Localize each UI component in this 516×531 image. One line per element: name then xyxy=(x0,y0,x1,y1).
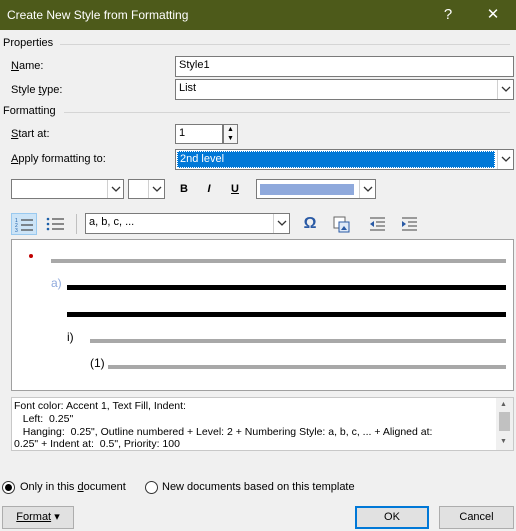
spin-up-icon[interactable]: ▲ xyxy=(224,125,237,134)
title-bar: Create New Style from Formatting ? ✕ xyxy=(0,0,516,30)
chevron-down-icon xyxy=(497,150,513,169)
start-at-label: Start at: xyxy=(11,128,50,140)
chevron-down-icon xyxy=(107,180,123,198)
numbering-style-value: a, b, c, ... xyxy=(89,216,135,228)
preview-marker-level4: (1) xyxy=(90,356,105,370)
list-preview: a) i) (1) xyxy=(11,239,514,391)
ok-button[interactable]: OK xyxy=(355,506,429,529)
underline-button[interactable]: U xyxy=(225,179,245,199)
name-input[interactable]: Style1 xyxy=(175,56,514,77)
description-scrollbar[interactable]: ▲ ▼ xyxy=(496,398,513,450)
start-at-input[interactable]: 1 xyxy=(175,124,223,144)
properties-divider xyxy=(60,44,510,45)
preview-line-level3 xyxy=(90,339,506,343)
format-button-label: Format xyxy=(16,511,52,523)
picture-icon xyxy=(333,216,350,233)
start-at-value: 1 xyxy=(179,127,186,139)
only-in-document-label[interactable]: Only in this document xyxy=(20,481,126,493)
formatting-heading: Formatting xyxy=(3,105,56,117)
font-color-swatch xyxy=(260,184,354,195)
scroll-down-icon[interactable]: ▼ xyxy=(500,438,507,445)
font-size-select[interactable] xyxy=(128,179,165,199)
scroll-up-icon[interactable]: ▲ xyxy=(500,401,507,408)
chevron-down-icon xyxy=(273,214,289,233)
insert-symbol-button[interactable]: Ω xyxy=(300,214,320,234)
decrease-indent-icon xyxy=(370,217,385,231)
chevron-down-icon xyxy=(359,180,375,198)
increase-indent-button[interactable] xyxy=(399,214,421,234)
description-text: Font color: Accent 1, Text Fill, Indent:… xyxy=(14,400,490,451)
preview-line-level1 xyxy=(51,259,506,263)
bold-button[interactable]: B xyxy=(174,179,194,199)
increase-indent-icon xyxy=(402,217,417,231)
start-at-spinner[interactable]: ▲ ▼ xyxy=(223,124,238,144)
apply-formatting-select[interactable]: 2nd level xyxy=(175,149,514,170)
new-documents-radio[interactable] xyxy=(145,481,158,494)
help-button[interactable]: ? xyxy=(425,0,471,30)
italic-button[interactable]: I xyxy=(199,179,219,199)
description-line: Hanging: 0.25", Outline numbered + Level… xyxy=(14,425,433,438)
svg-text:3: 3 xyxy=(15,228,18,234)
preview-line-level4 xyxy=(108,365,506,369)
insert-picture-button[interactable] xyxy=(331,214,353,234)
format-dropdown-icon: ▾ xyxy=(54,511,60,523)
apply-formatting-highlight: 2nd level xyxy=(177,151,495,168)
bullet-marker xyxy=(29,254,33,258)
spin-down-icon[interactable]: ▼ xyxy=(224,134,237,143)
style-type-label: Style type: xyxy=(11,84,63,96)
chevron-down-icon xyxy=(148,180,164,198)
font-name-select[interactable] xyxy=(11,179,124,199)
preview-marker-level2: a) xyxy=(51,276,62,290)
style-description: Font color: Accent 1, Text Fill, Indent:… xyxy=(11,397,514,451)
apply-formatting-label: Apply formatting to: xyxy=(11,153,106,165)
numbered-list-button[interactable]: 1 2 3 xyxy=(11,213,37,235)
preview-marker-level3: i) xyxy=(67,330,74,344)
description-line: 0.25" + Indent at: 0.5", Priority: 100 xyxy=(14,438,180,451)
preview-line-level2b xyxy=(67,312,506,317)
numbering-style-select[interactable]: a, b, c, ... xyxy=(85,213,290,234)
close-button[interactable]: ✕ xyxy=(470,0,516,30)
apply-formatting-value: 2nd level xyxy=(180,153,225,165)
scroll-thumb[interactable] xyxy=(499,412,510,431)
font-color-select[interactable] xyxy=(256,179,376,199)
bulleted-list-icon xyxy=(46,217,64,231)
decrease-indent-button[interactable] xyxy=(367,214,389,234)
toolbar-divider xyxy=(76,214,77,234)
style-type-value: List xyxy=(179,82,197,94)
properties-heading: Properties xyxy=(3,37,54,49)
preview-line-level2a xyxy=(67,285,506,290)
name-input-value: Style1 xyxy=(179,59,210,71)
formatting-divider xyxy=(64,112,510,113)
bulleted-list-button[interactable] xyxy=(43,213,67,235)
style-type-select[interactable]: List xyxy=(175,79,514,100)
name-label: Name: xyxy=(11,60,44,72)
format-button[interactable]: Format ▾ xyxy=(2,506,74,529)
description-line: Left: 0.25" xyxy=(14,412,74,425)
chevron-down-icon xyxy=(497,80,513,99)
description-line: Font color: Accent 1, Text Fill, Indent: xyxy=(14,400,186,412)
dialog-title: Create New Style from Formatting xyxy=(7,8,189,22)
only-in-document-radio[interactable] xyxy=(2,481,15,494)
numbered-list-icon: 1 2 3 xyxy=(15,218,33,234)
cancel-button[interactable]: Cancel xyxy=(439,506,514,529)
new-documents-label[interactable]: New documents based on this template xyxy=(162,481,355,493)
